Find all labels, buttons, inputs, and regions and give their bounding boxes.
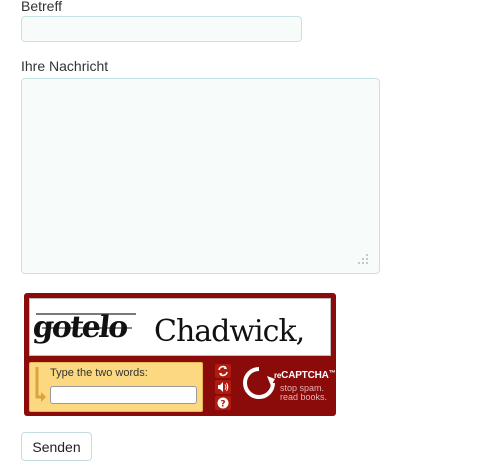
captcha-input-panel: Type the two words: [29, 362, 203, 412]
recaptcha-widget: gotelo Chadwick, Type the two words: ? r… [24, 293, 336, 416]
audio-icon [218, 382, 229, 392]
brand-mark: ™ [328, 370, 336, 377]
resize-handle-icon[interactable] [356, 252, 370, 266]
bracket-arrow-icon [35, 367, 46, 402]
help-icon: ? [217, 397, 229, 410]
message-textarea[interactable] [21, 78, 380, 274]
recaptcha-brand-name: reCAPTCHA™ [274, 370, 336, 381]
captcha-words-image: gotelo Chadwick, [31, 310, 305, 349]
help-button[interactable]: ? [215, 396, 231, 410]
captcha-image: gotelo Chadwick, [29, 298, 331, 356]
subject-input[interactable] [21, 16, 302, 42]
captcha-controls: ? [212, 362, 234, 412]
tagline-line-2: read books. [280, 392, 328, 402]
recaptcha-branding: reCAPTCHA™ stop spam. read books. [242, 364, 336, 412]
submit-button[interactable]: Senden [21, 432, 92, 461]
audio-button[interactable] [215, 380, 231, 394]
reload-icon [218, 365, 228, 377]
svg-text:?: ? [220, 400, 225, 410]
brand-word: CAPTCHA [281, 370, 329, 381]
captcha-word-2-text: Chadwick, [154, 314, 304, 349]
reload-button[interactable] [215, 364, 231, 378]
recaptcha-logo-icon [243, 367, 275, 399]
recaptcha-tagline: stop spam. read books. [280, 384, 340, 402]
captcha-prompt: Type the two words: [50, 367, 148, 379]
captcha-word-1: gotelo [31, 310, 136, 345]
captcha-response-input[interactable] [50, 386, 197, 404]
message-label: Ihre Nachricht [21, 58, 109, 74]
subject-label: Betreff [21, 0, 62, 14]
